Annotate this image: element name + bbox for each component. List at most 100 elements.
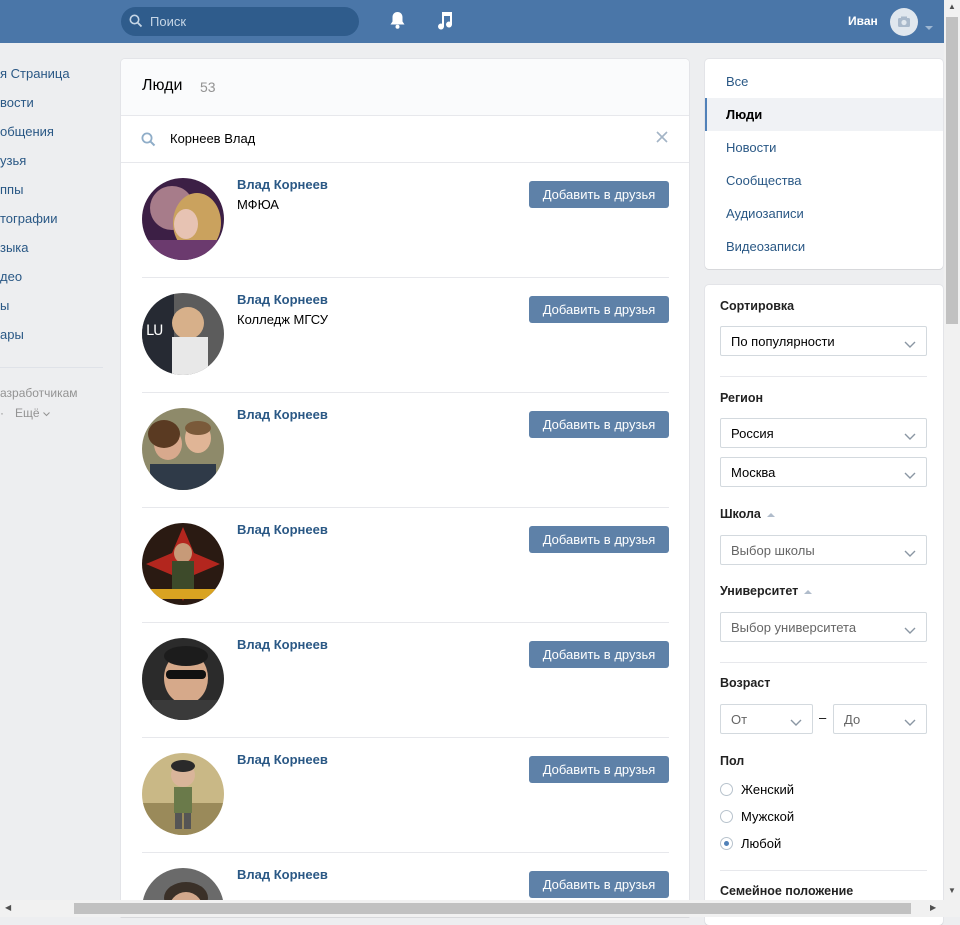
person-name[interactable]: Влад Корнеев <box>237 867 328 882</box>
search-icon <box>129 14 143 31</box>
person-name[interactable]: Влад Корнеев <box>237 292 328 307</box>
scrollbar-thumb[interactable] <box>946 17 958 324</box>
person-name[interactable]: Влад Корнеев <box>237 637 328 652</box>
user-name[interactable]: Иван <box>848 14 878 28</box>
left-nav-item-my-page[interactable]: я Страница <box>0 66 110 86</box>
people-search-field[interactable]: Корнеев Влад <box>121 116 689 163</box>
developers-link[interactable]: азработчикам <box>0 386 78 400</box>
left-nav-item-friends[interactable]: узья <box>0 153 110 173</box>
chevron-down-icon <box>904 546 916 561</box>
university-select[interactable]: Выбор университета <box>720 612 927 642</box>
tab-news[interactable]: Новости <box>705 131 943 164</box>
scroll-left-icon[interactable]: ◀ <box>5 903 11 912</box>
person-name[interactable]: Влад Корнеев <box>237 407 328 422</box>
avatar[interactable] <box>142 523 224 605</box>
radio-label: Любой <box>741 836 782 851</box>
city-select[interactable]: Москва <box>720 457 927 487</box>
collapse-arrow-icon <box>766 512 775 517</box>
left-nav-item-music[interactable]: зыка <box>0 240 110 260</box>
people-results-panel: Люди 53 Корнеев Влад Влад Корнеев МФЮА Д… <box>121 59 689 917</box>
school-placeholder: Выбор школы <box>731 543 815 558</box>
horizontal-scrollbar[interactable]: ◀ ▶ <box>0 900 960 917</box>
school-select[interactable]: Выбор школы <box>720 535 927 565</box>
add-friend-button[interactable]: Добавить в друзья <box>529 296 669 323</box>
scroll-right-icon[interactable]: ▶ <box>930 903 936 912</box>
tab-communities[interactable]: Сообщества <box>705 164 943 197</box>
avatar[interactable]: LU <box>142 293 224 375</box>
add-friend-button[interactable]: Добавить в друзья <box>529 641 669 668</box>
scroll-down-icon[interactable]: ▼ <box>948 886 956 895</box>
close-icon[interactable] <box>656 131 668 146</box>
tab-audio[interactable]: Аудиозаписи <box>705 197 943 230</box>
left-nav-item-gifts[interactable]: ары <box>0 327 110 347</box>
left-nav-item-messages[interactable]: общения <box>0 124 110 144</box>
search-filters: Сортировка По популярности Регион Россия… <box>705 285 943 925</box>
chevron-down-icon[interactable] <box>925 19 933 34</box>
region-label: Регион <box>720 391 764 405</box>
sort-select[interactable]: По популярности <box>720 326 927 356</box>
list-item: LU Влад Корнеев Колледж МГСУ Добавить в … <box>142 278 669 393</box>
results-count: 53 <box>200 79 216 95</box>
search-input[interactable]: Поиск <box>121 7 359 36</box>
country-value: Россия <box>731 426 774 441</box>
add-friend-button[interactable]: Добавить в друзья <box>529 181 669 208</box>
left-nav-item-news[interactable]: вости <box>0 95 110 115</box>
chevron-down-icon <box>790 715 802 730</box>
list-item: Влад Корнеев МФЮА Добавить в друзья <box>142 163 669 278</box>
more-link[interactable]: Ещё <box>15 406 50 420</box>
person-name[interactable]: Влад Корнеев <box>237 522 328 537</box>
avatar[interactable] <box>142 753 224 835</box>
list-item: Влад Корнеев Добавить в друзья <box>142 738 669 853</box>
vertical-scrollbar[interactable]: ▲ ▼ <box>944 0 960 900</box>
add-friend-button[interactable]: Добавить в друзья <box>529 526 669 553</box>
tab-label: Новости <box>726 140 777 155</box>
country-select[interactable]: Россия <box>720 418 927 448</box>
list-item: Влад Корнеев Добавить в друзья <box>142 508 669 623</box>
sex-label: Пол <box>720 754 745 768</box>
left-nav-item-photos[interactable]: тографии <box>0 211 110 231</box>
university-placeholder: Выбор университета <box>731 620 857 635</box>
scroll-up-icon[interactable]: ▲ <box>948 2 956 11</box>
chevron-down-icon <box>43 412 50 417</box>
svg-text:LU: LU <box>146 323 163 339</box>
tab-all[interactable]: Все <box>705 65 943 98</box>
age-from-select[interactable]: От <box>720 704 813 734</box>
university-label[interactable]: Университет <box>720 584 813 598</box>
age-to-select[interactable]: До <box>833 704 927 734</box>
radio-label: Мужской <box>741 809 795 824</box>
tab-people[interactable]: Люди <box>705 98 943 131</box>
collapse-arrow-icon <box>804 589 813 594</box>
school-label[interactable]: Школа <box>720 507 775 521</box>
radio-circle-checked <box>720 837 733 850</box>
tab-label: Видеозаписи <box>726 239 806 254</box>
avatar[interactable] <box>142 178 224 260</box>
scrollbar-thumb[interactable] <box>74 903 911 914</box>
age-from-value: От <box>731 712 748 727</box>
add-friend-button[interactable]: Добавить в друзья <box>529 871 669 898</box>
age-label: Возраст <box>720 676 771 690</box>
chevron-down-icon <box>904 429 916 444</box>
avatar[interactable] <box>142 638 224 720</box>
search-query[interactable]: Корнеев Влад <box>170 131 255 146</box>
bell-icon[interactable] <box>389 11 406 33</box>
tab-label: Сообщества <box>726 173 802 188</box>
avatar[interactable] <box>142 408 224 490</box>
person-subtitle: Колледж МГСУ <box>237 312 329 327</box>
add-friend-button[interactable]: Добавить в друзья <box>529 411 669 438</box>
left-nav-item-groups[interactable]: ппы <box>0 182 110 202</box>
left-nav-item-games[interactable]: ы <box>0 298 110 318</box>
person-name[interactable]: Влад Корнеев <box>237 177 328 192</box>
chevron-down-icon <box>904 337 916 352</box>
add-friend-button[interactable]: Добавить в друзья <box>529 756 669 783</box>
person-name[interactable]: Влад Корнеев <box>237 752 328 767</box>
city-value: Москва <box>731 465 776 480</box>
school-label-text: Школа <box>720 507 761 521</box>
tab-label: Аудиозаписи <box>726 206 804 221</box>
search-placeholder: Поиск <box>150 14 187 29</box>
radio-label: Женский <box>741 782 794 797</box>
music-icon[interactable] <box>436 10 454 33</box>
divider <box>720 376 927 377</box>
user-avatar[interactable] <box>890 8 918 36</box>
tab-video[interactable]: Видеозаписи <box>705 230 943 263</box>
left-nav-item-video[interactable]: део <box>0 269 110 289</box>
